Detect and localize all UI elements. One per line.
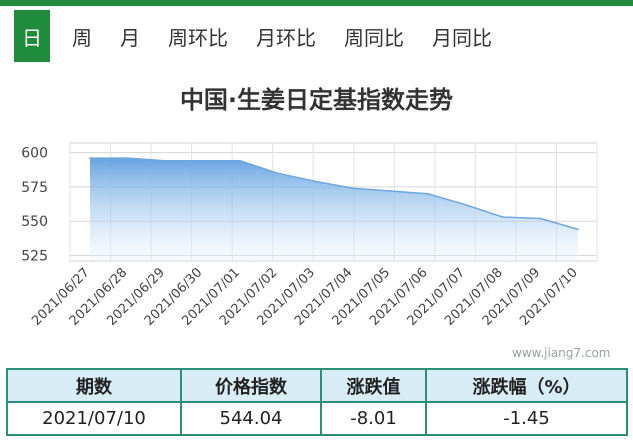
tab-month-year-over-year[interactable]: 月同比 <box>432 22 492 51</box>
tab-week-over-week[interactable]: 周环比 <box>168 22 228 51</box>
data-point <box>577 228 579 231</box>
tab-month-over-month[interactable]: 月环比 <box>256 22 316 51</box>
data-point <box>502 216 504 218</box>
cell-price-index: 544.04 <box>180 401 322 436</box>
cell-change-percent: -1.45 <box>425 401 628 436</box>
data-point <box>389 190 392 192</box>
series-area <box>90 158 578 261</box>
summary-header-row: 期数 价格指数 涨跌值 涨跌幅（%） <box>6 368 628 403</box>
data-point <box>276 172 279 174</box>
chart-title: 中国·生姜日定基指数走势 <box>179 86 454 114</box>
data-point <box>427 192 429 195</box>
tab-day[interactable]: 日 <box>14 10 50 62</box>
data-point <box>464 203 467 206</box>
watermark: www.jiang7.com <box>512 346 611 360</box>
y-tick-label: 550 <box>21 214 48 230</box>
data-point <box>126 157 129 159</box>
data-point <box>539 217 542 220</box>
tab-row: 日 周 月 周环比 月环比 周同比 月同比 <box>14 10 520 62</box>
data-point <box>239 160 241 162</box>
data-point <box>351 187 354 190</box>
y-tick-label: 525 <box>21 249 48 265</box>
summary-table: 期数 价格指数 涨跌值 涨跌幅（%） 2021/07/10 544.04 -8.… <box>6 368 628 436</box>
table-row: 2021/07/10 544.04 -8.01 -1.45 <box>6 401 628 436</box>
cell-period: 2021/07/10 <box>6 401 182 436</box>
y-tick-label: 575 <box>21 180 48 196</box>
data-point <box>89 157 91 159</box>
data-point <box>201 160 204 162</box>
header-price-index: 价格指数 <box>180 368 322 403</box>
tab-week[interactable]: 周 <box>72 22 92 51</box>
header-change-percent: 涨跌幅（%） <box>425 368 628 403</box>
period-tab-bar: 日 周 月 周环比 月环比 周同比 月同比 <box>0 0 633 70</box>
data-point <box>164 160 166 162</box>
index-area-chart: 5255505756002021/06/272021/06/282021/06/… <box>21 142 598 329</box>
tab-month[interactable]: 月 <box>120 22 140 51</box>
accent-line <box>0 0 633 6</box>
header-period: 期数 <box>6 368 182 403</box>
cell-change-value: -8.01 <box>320 401 427 436</box>
data-point <box>314 180 317 183</box>
y-tick-label: 600 <box>21 146 48 162</box>
header-change-value: 涨跌值 <box>320 368 427 403</box>
tab-week-year-over-year[interactable]: 周同比 <box>344 22 404 51</box>
